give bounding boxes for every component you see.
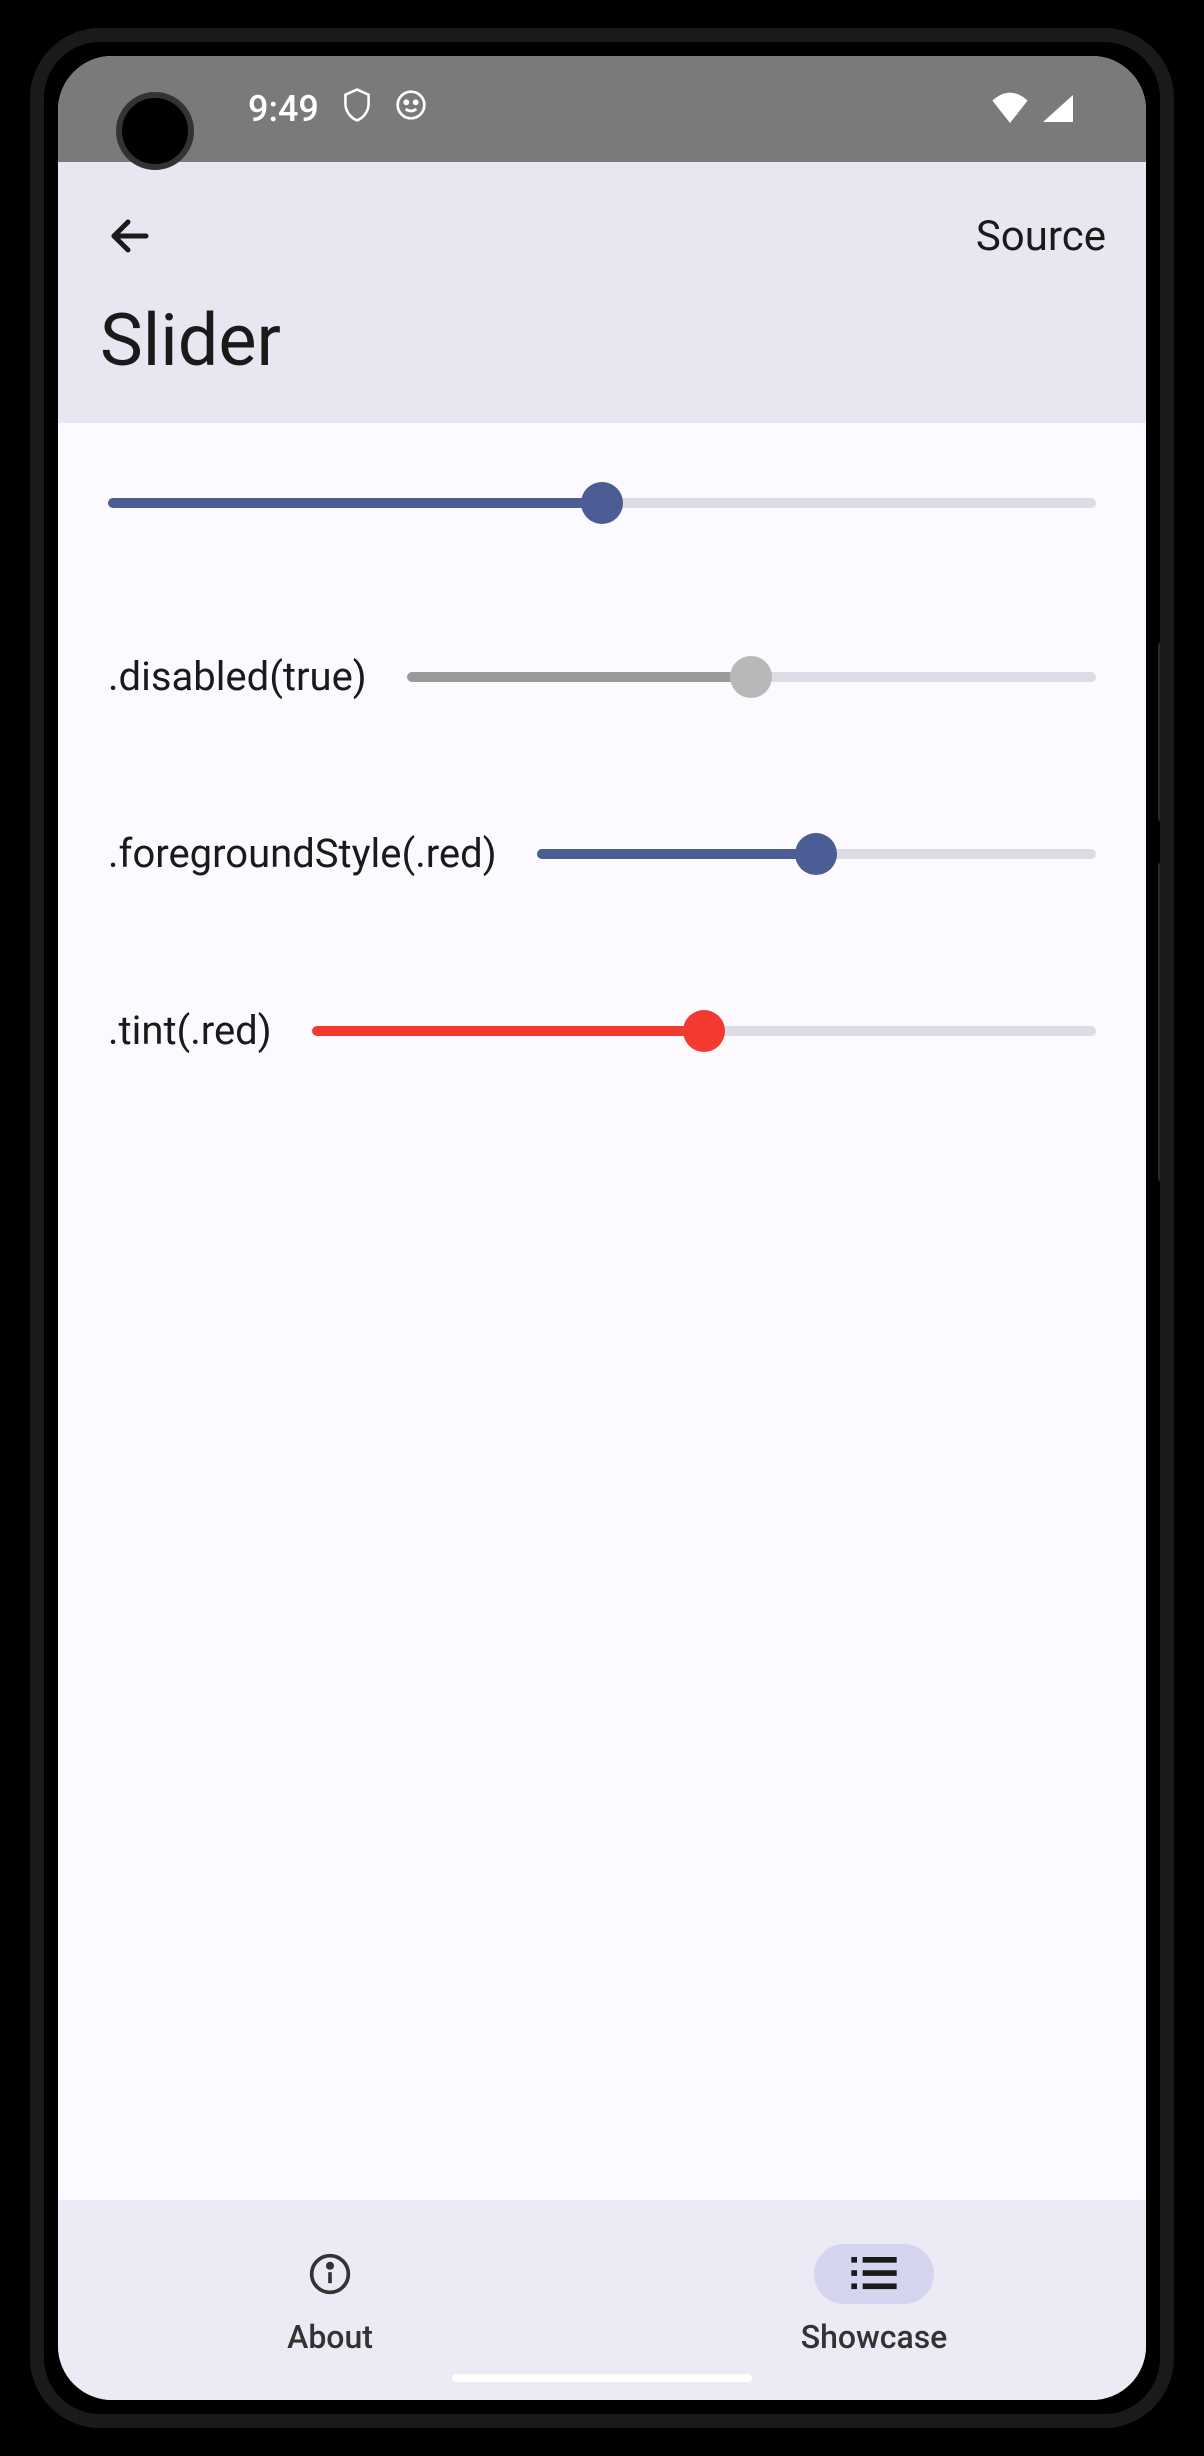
nav-label-about: About (287, 2318, 373, 2356)
power-button[interactable] (1158, 642, 1166, 822)
slider-track-fg (312, 1026, 704, 1036)
nav-label-showcase: Showcase (801, 2318, 948, 2356)
slider-label-tint: .tint(.red) (108, 1007, 272, 1054)
nav-about[interactable]: About (58, 2200, 602, 2400)
slider-row-disabled: .disabled(true) (108, 653, 1096, 700)
nav-icon-wrap-about (270, 2244, 390, 2304)
slider-label-disabled: .disabled(true) (108, 653, 367, 700)
wifi-icon (990, 91, 1030, 127)
slider-tint[interactable] (312, 1011, 1096, 1051)
slider-thumb[interactable] (581, 482, 623, 524)
page-title: Slider (58, 298, 1146, 383)
content: .disabled(true) .foregroundStyle(.red) .… (58, 423, 1146, 1244)
arrow-left-icon (106, 212, 154, 260)
nav-showcase[interactable]: Showcase (602, 2200, 1146, 2400)
phone-frame: 9:49 (30, 28, 1174, 2428)
slider-thumb[interactable] (683, 1010, 725, 1052)
slider-row-foreground: .foregroundStyle(.red) (108, 830, 1096, 877)
front-camera (116, 92, 194, 170)
slider-thumb[interactable] (795, 833, 837, 875)
slider-default[interactable] (108, 483, 1096, 523)
list-icon (851, 2257, 897, 2291)
info-icon (308, 2252, 352, 2296)
home-indicator[interactable] (452, 2374, 752, 2382)
status-bar: 9:49 (58, 56, 1146, 162)
signal-icon (1040, 91, 1076, 127)
face-icon (395, 88, 427, 130)
shield-icon (341, 87, 373, 132)
slider-track-fg (537, 849, 817, 859)
slider-row-tint: .tint(.red) (108, 1007, 1096, 1054)
bottom-nav: About Showcase (58, 2200, 1146, 2400)
nav-icon-wrap-showcase (814, 2244, 934, 2304)
screen: 9:49 (58, 56, 1146, 2400)
slider-thumb (730, 656, 772, 698)
slider-track-fg (407, 672, 752, 682)
back-button[interactable] (98, 204, 162, 268)
volume-button[interactable] (1158, 862, 1166, 1182)
slider-disabled (407, 657, 1096, 697)
slider-foreground[interactable] (537, 834, 1096, 874)
slider-row-default (108, 483, 1096, 523)
status-time: 9:49 (248, 88, 319, 130)
source-link[interactable]: Source (976, 212, 1106, 261)
slider-track-fg (108, 498, 602, 508)
app-header: Source Slider (58, 162, 1146, 423)
slider-label-foreground: .foregroundStyle(.red) (108, 830, 497, 877)
